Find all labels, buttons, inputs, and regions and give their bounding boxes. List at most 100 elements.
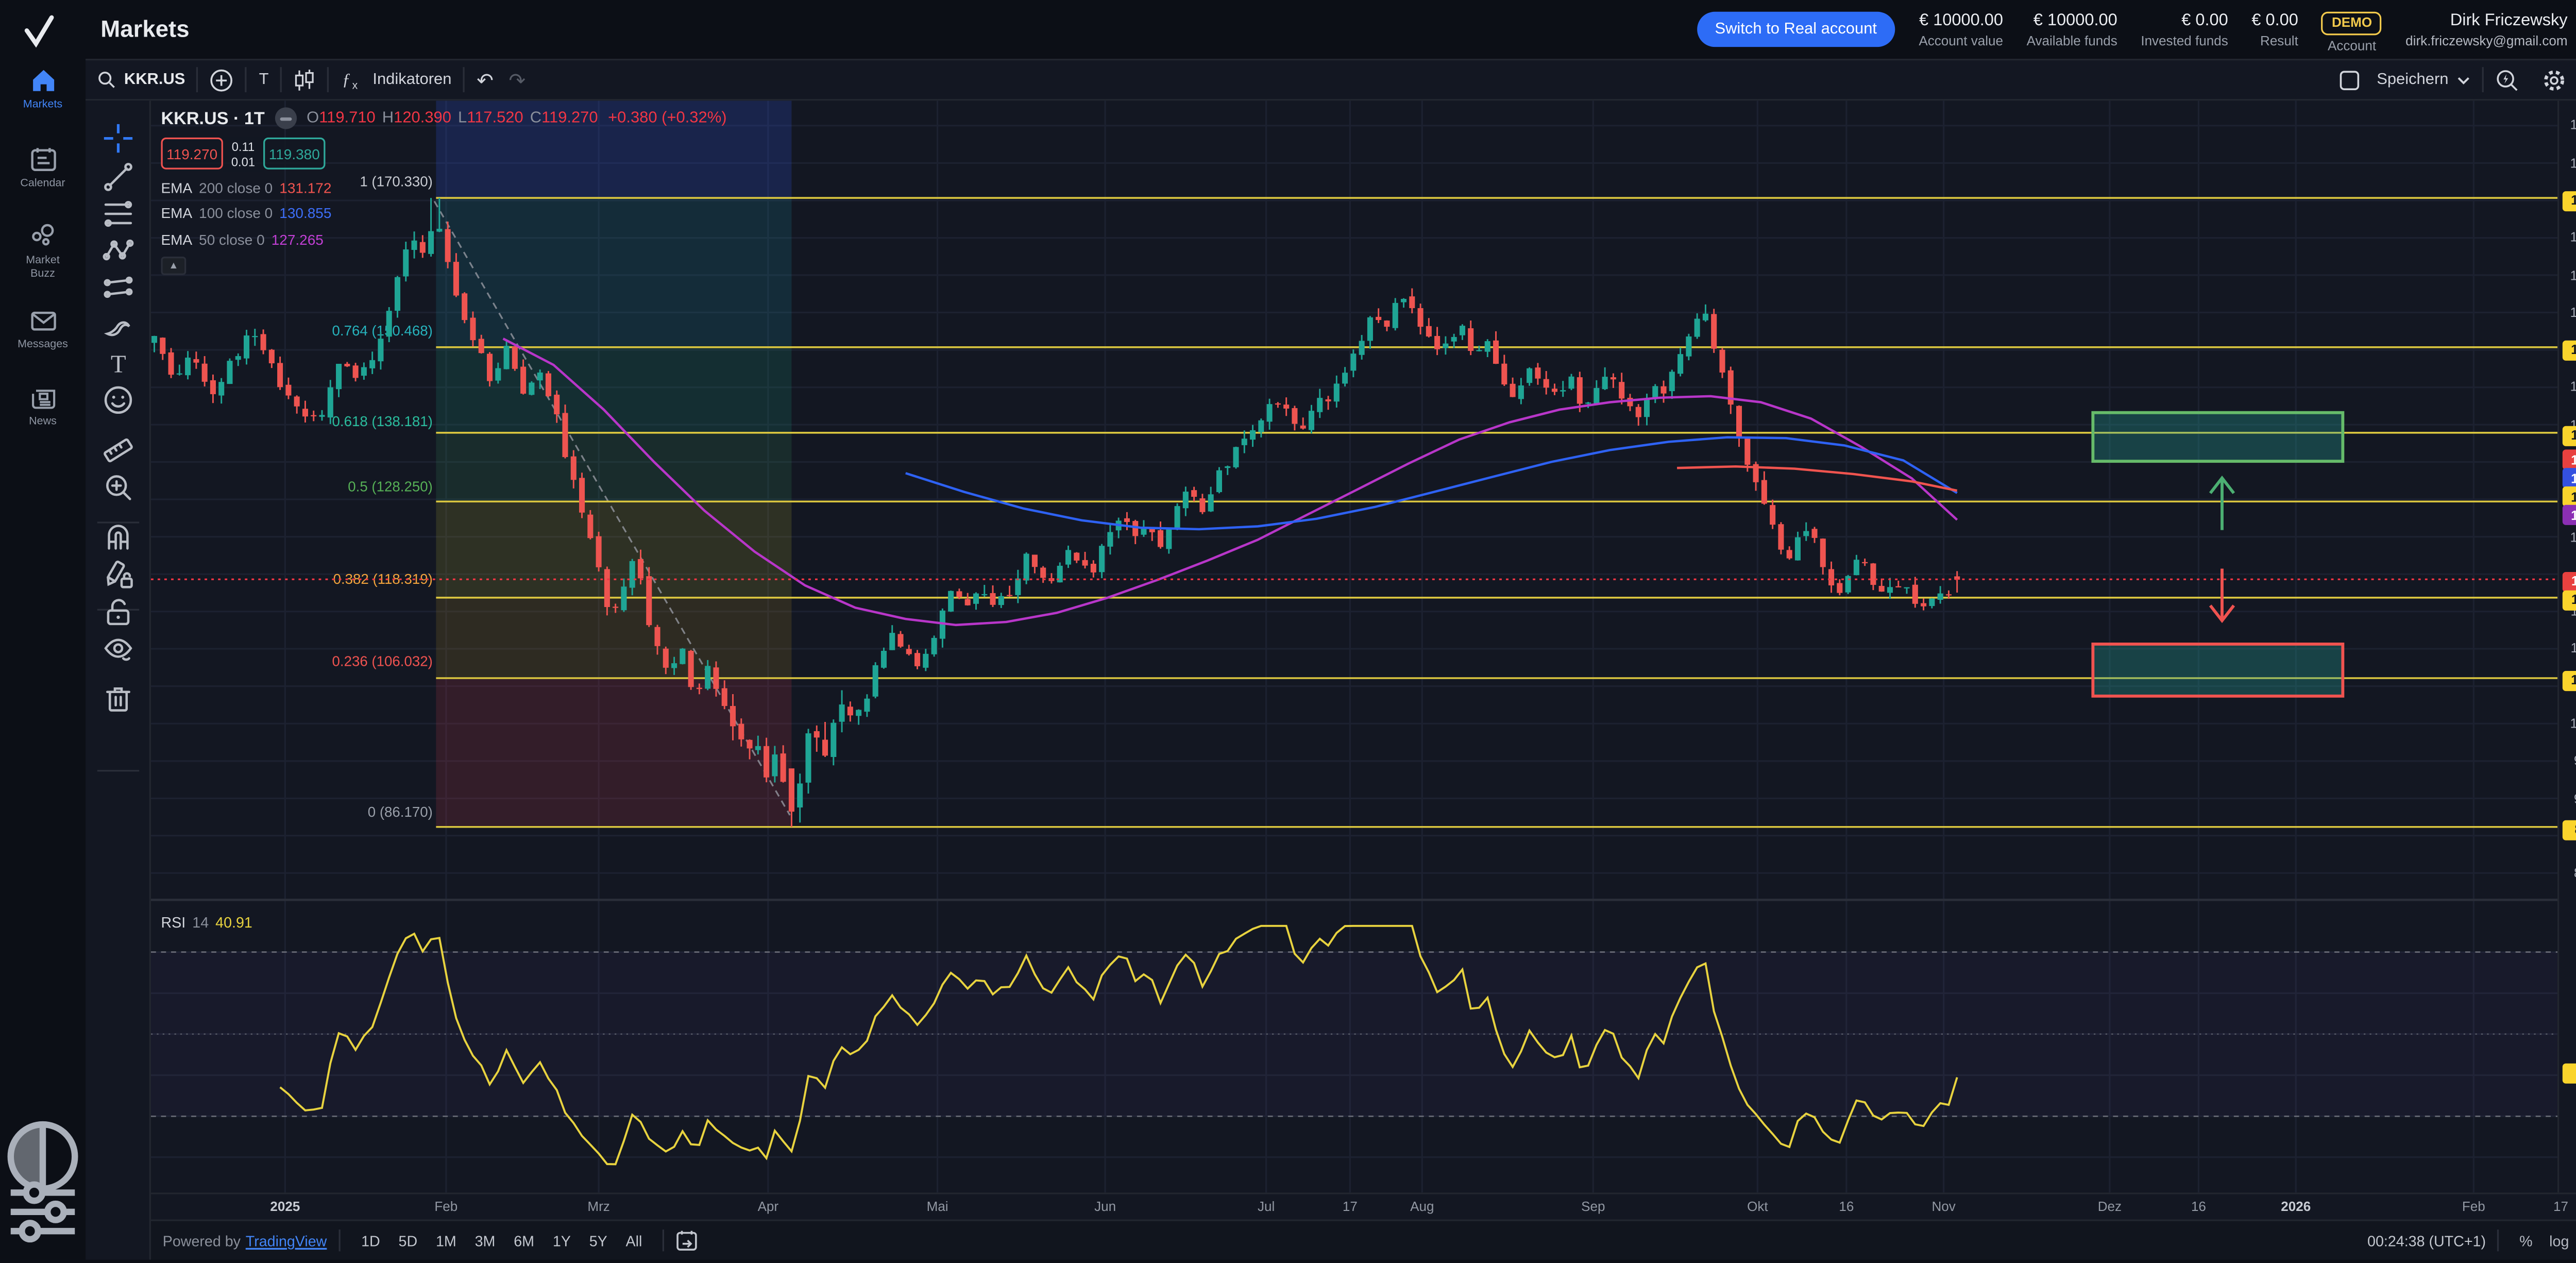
sidebar-preferences-button[interactable] [0,1169,86,1263]
user-email: dirk.friczewsky@gmail.com [2405,32,2567,47]
hide-drawings-tool[interactable] [103,632,134,664]
user-block[interactable]: Dirk Friczewsky dirk.friczewsky@gmail.co… [2405,11,2567,48]
indicator-legend-row[interactable]: EMA50 close 0 127.265 [161,231,726,248]
brush-tool[interactable] [103,310,134,342]
clock-label[interactable]: 00:24:38 (UTC+1) [2367,1233,2486,1250]
account-stat-value: € 0.00 [2251,11,2298,29]
zoom-in-tool[interactable] [103,471,134,503]
crosshair-tool[interactable] [103,123,134,155]
sidebar-item-calendar[interactable]: Calendar [0,144,86,191]
sidebar-item-news[interactable]: News [0,382,86,429]
redo-button[interactable]: ↷ [505,68,537,92]
time-axis-label: Mrz [587,1199,609,1214]
legend-symbol[interactable]: KKR.US · 1T [161,108,264,128]
axis-tick-label: 20.00 [2559,1150,2576,1165]
axis-price-badge: 150.468 [2563,340,2576,360]
layout-button[interactable] [2328,70,2372,90]
xabcd-pattern-tool[interactable] [103,235,134,267]
trendline-tool[interactable] [103,161,134,193]
time-axis-label: Mai [927,1199,948,1214]
interval-button[interactable]: T [247,71,280,89]
account-stat-value: € 10000.00 [2027,11,2117,29]
legend-collapse-button[interactable]: ▲ [161,256,186,275]
axis-tick-label: 90.000 [2559,791,2576,806]
price-axis[interactable]: 180.000175.000165.000160.000155.000145.0… [2557,100,2576,1192]
axis-tick-label: 70.00 [2559,945,2576,959]
symbol-label: KKR.US [124,71,185,89]
visibility-toggle-icon[interactable] [275,107,296,129]
axis-tick-label: 145.000 [2559,380,2576,395]
target-box-up [2093,413,2343,461]
indicator-legend-row[interactable]: EMA100 close 0 130.855 [161,205,726,222]
sidebar-item-markets[interactable]: Markets [0,65,86,112]
text-tool-tool[interactable]: T [103,347,134,379]
axis-tick-label: 30.00 [2559,1109,2576,1124]
chart-toolbar: KKR.US T ƒ x [86,59,2576,100]
projection-tool[interactable] [103,272,134,304]
axis-tick-label: 80.000 [2559,866,2576,881]
tradingview-link[interactable]: TradingView [246,1233,327,1250]
rsi-legend: RSI 14 40.91 [161,914,252,931]
time-axis-label: Feb [2462,1199,2485,1214]
timeframe-1D[interactable]: 1D [352,1227,389,1254]
undo-button[interactable]: ↶ [465,68,505,92]
page-title: Markets [100,15,189,42]
lock-tool[interactable] [103,596,134,628]
ruler-tool[interactable] [103,434,134,466]
time-axis-label: Apr [758,1199,779,1214]
symbol-search[interactable]: KKR.US [86,71,197,89]
account-summary: € 10000.00 Account value€ 10000.00 Avail… [1919,11,2298,48]
axis-tick-label: 110.000 [2559,641,2576,656]
svg-text:0.764 (150.468): 0.764 (150.468) [332,323,433,339]
sidebar-item-label: MarketBuzz [0,255,86,280]
spread-block: 0.11 0.01 [223,138,263,171]
svg-text:x: x [352,80,358,91]
time-axis-label: Dez [2098,1199,2122,1214]
chart-settings-button[interactable] [2531,68,2576,92]
timeframe-6M[interactable]: 6M [504,1227,544,1254]
indicator-legend-row[interactable]: EMA200 close 0 131.172 [161,180,726,197]
axis-tick-label: 160.000 [2559,267,2576,282]
fib-retracement-tool[interactable] [103,198,134,230]
percent-scale-button[interactable]: % [2511,1233,2541,1250]
compare-add-button[interactable] [198,68,245,92]
time-axis[interactable]: 2025FebMrzAprMaiJunJul17AugSepOkt16NovDe… [151,1192,2576,1220]
save-layout-button[interactable]: Speichern [2371,71,2482,89]
timeframe-1M[interactable]: 1M [427,1227,466,1254]
magnet-tool[interactable] [103,521,134,553]
delete-drawings-tool[interactable] [103,683,134,715]
sell-button[interactable]: 119.270 [161,138,223,170]
timeframe-1Y[interactable]: 1Y [544,1227,580,1254]
rsi-name[interactable]: RSI [161,914,185,931]
svg-text:T: T [111,350,126,378]
axis-price-badge: 127.265 [2563,505,2576,525]
emoji-tool[interactable] [103,384,134,416]
log-scale-button[interactable]: log [2541,1233,2576,1250]
axis-tick-label: 175.000 [2559,156,2576,171]
timeframe-All[interactable]: All [617,1227,652,1254]
timeframe-5D[interactable]: 5D [389,1227,427,1254]
time-axis-label: 17 [2553,1199,2568,1214]
ohlc-values: O119.710H120.390L117.520C119.270 [307,109,598,128]
timeframe-3M[interactable]: 3M [466,1227,505,1254]
account-stat-value: € 10000.00 [1919,11,2003,29]
time-axis-label: Jun [1094,1199,1116,1214]
sidebar-item-market-buzz[interactable]: MarketBuzz [0,222,86,281]
sidebar-item-messages[interactable]: Messages [0,305,86,351]
switch-to-real-button[interactable]: Switch to Real account [1697,12,1895,47]
time-axis-label: 17 [1343,1199,1358,1214]
brand-logo-icon[interactable] [15,8,62,55]
edit-lock-tool[interactable] [103,559,134,591]
buy-button[interactable]: 119.380 [263,138,325,170]
chart-type-button[interactable] [282,68,328,92]
chart-footer: Powered by TradingView 1D5D1M3M6M1Y5YAll… [151,1220,2576,1260]
time-axis-label: 16 [2191,1199,2206,1214]
chevron-down-icon [2457,75,2470,85]
indicators-button[interactable]: ƒ x Indikatoren [329,69,463,90]
time-axis-label: 2026 [2281,1199,2311,1214]
svg-text:0.382 (118.319): 0.382 (118.319) [333,571,433,587]
goto-date-icon[interactable] [676,1230,698,1252]
account-stat: € 0.00 Invested funds [2141,11,2228,48]
quick-search-button[interactable] [2484,68,2531,92]
timeframe-5Y[interactable]: 5Y [580,1227,617,1254]
